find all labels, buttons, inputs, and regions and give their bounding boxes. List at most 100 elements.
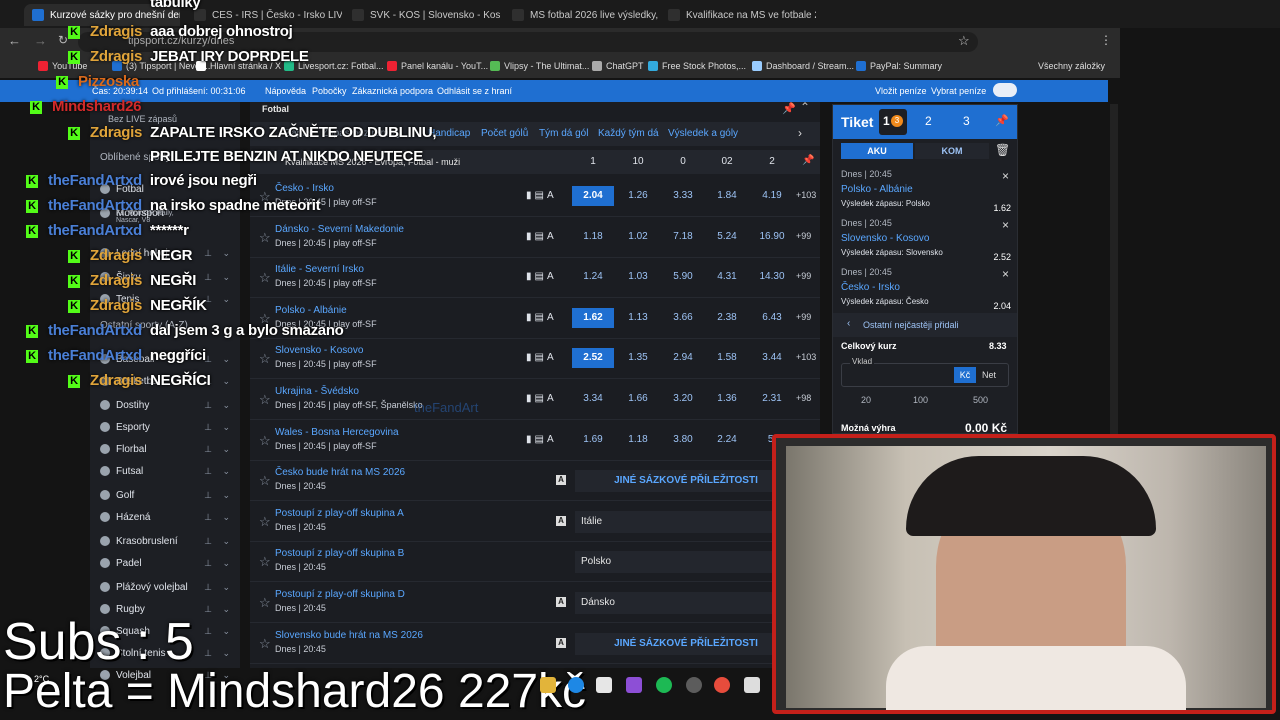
odds-button[interactable]: 1.24: [572, 267, 614, 287]
odds-button[interactable]: 3.80: [662, 430, 704, 450]
odds-button[interactable]: 2.04: [572, 186, 614, 206]
remove-bet-icon[interactable]: ×: [1002, 218, 1009, 232]
pin-icon[interactable]: ⊥: [204, 272, 212, 283]
more-markets-link[interactable]: +99: [796, 271, 811, 281]
match-teams[interactable]: Česko - Irsko: [275, 183, 334, 194]
more-markets-link[interactable]: +98: [796, 393, 811, 403]
pin-icon[interactable]: ⊥: [204, 422, 212, 433]
stats-icons[interactable]: ▮▤A: [526, 393, 557, 404]
bookmark-star-icon[interactable]: ☆: [958, 33, 970, 49]
odds-button[interactable]: 1.03: [617, 267, 659, 287]
odds-button[interactable]: 5.24: [706, 227, 748, 247]
favorite-star-icon[interactable]: ☆: [259, 270, 271, 286]
quick-stake-20[interactable]: 20: [861, 395, 871, 405]
odds-button[interactable]: 4.31: [706, 267, 748, 287]
trash-icon[interactable]: 🗑: [995, 143, 1010, 157]
special-selection[interactable]: Itálie: [575, 510, 797, 533]
bookmark-item[interactable]: Dashboard / Stream...: [752, 61, 854, 71]
sidebar-item[interactable]: Dostihy ⊥ ⌄: [90, 394, 240, 416]
currency-toggle[interactable]: Kč: [954, 367, 976, 383]
chevron-down-icon[interactable]: ⌄: [222, 400, 230, 411]
odds-button[interactable]: 1.35: [617, 348, 659, 368]
chevron-down-icon[interactable]: ⌄: [222, 604, 230, 615]
market-tab[interactable]: Výsledek a góly: [668, 128, 738, 139]
support-link[interactable]: Zákaznická podpora: [352, 86, 433, 96]
match-teams[interactable]: Wales - Bosna Hercegovina: [275, 427, 399, 438]
kom-tab[interactable]: KOM: [915, 143, 989, 159]
remove-bet-icon[interactable]: ×: [1002, 169, 1009, 183]
bookmark-item[interactable]: Free Stock Photos,...: [648, 61, 746, 71]
capcut-icon[interactable]: [744, 677, 760, 693]
obs-icon[interactable]: [686, 677, 702, 693]
sidebar-item[interactable]: Futsal ⊥ ⌄: [90, 460, 240, 482]
favorite-star-icon[interactable]: ☆: [259, 433, 271, 449]
chevron-down-icon[interactable]: ⌄: [222, 582, 230, 593]
other-bets-link[interactable]: JINÉ SÁZKOVÉ PŘÍLEŽITOSTI: [575, 470, 797, 493]
pin-icon[interactable]: ⊥: [204, 604, 212, 615]
branches-link[interactable]: Pobočky: [312, 86, 347, 96]
stats-icons[interactable]: ▮▤A: [526, 271, 557, 282]
sidebar-item[interactable]: Házená ⊥ ⌄: [90, 506, 240, 528]
chevron-down-icon[interactable]: ⌄: [222, 536, 230, 547]
withdraw-link[interactable]: Vybrat peníze: [931, 86, 986, 96]
match-teams[interactable]: Polsko - Albánie: [275, 305, 347, 316]
pin-icon[interactable]: ⊥: [204, 490, 212, 501]
more-markets-link[interactable]: +103: [796, 352, 816, 362]
sidebar-item[interactable]: Golf ⊥ ⌄: [90, 484, 240, 506]
odds-button[interactable]: 1.18: [572, 227, 614, 247]
league-pin-icon[interactable]: 📌: [802, 155, 814, 166]
chevron-down-icon[interactable]: ⌄: [222, 248, 230, 259]
odds-button[interactable]: 3.44: [751, 348, 793, 368]
odds-button[interactable]: 3.20: [662, 389, 704, 409]
special-title[interactable]: Postoupí z play-off skupina A: [275, 508, 404, 519]
page-scrollbar[interactable]: [1110, 104, 1118, 434]
odds-button[interactable]: 1.02: [617, 227, 659, 247]
chevron-down-icon[interactable]: ⌄: [222, 512, 230, 523]
odds-button[interactable]: 3.33: [662, 186, 704, 206]
more-markets-link[interactable]: +103: [796, 190, 816, 200]
favorite-star-icon[interactable]: ☆: [259, 595, 271, 611]
edge-icon[interactable]: [568, 677, 584, 693]
chrome-icon[interactable]: [714, 677, 730, 693]
odds-button[interactable]: 1.58: [706, 348, 748, 368]
pin-icon[interactable]: ⊥: [204, 536, 212, 547]
other-bets-link[interactable]: JINÉ SÁZKOVÉ PŘÍLEŽITOSTI: [575, 632, 797, 655]
aku-tab[interactable]: AKU: [841, 143, 913, 159]
menu-icon[interactable]: ⋮: [1100, 33, 1112, 47]
slip-tab-2[interactable]: 2: [925, 114, 932, 128]
help-link[interactable]: Nápověda: [265, 86, 306, 96]
odds-button[interactable]: 5.90: [662, 267, 704, 287]
sidebar-item[interactable]: Padel ⊥ ⌄: [90, 552, 240, 574]
special-selection[interactable]: Dánsko: [575, 592, 797, 614]
odds-button[interactable]: 1.66: [617, 389, 659, 409]
bet-match[interactable]: Polsko - Albánie: [841, 184, 1011, 195]
pin-icon[interactable]: ⊥: [204, 512, 212, 523]
theme-toggle[interactable]: [993, 83, 1017, 97]
special-selection[interactable]: Polsko: [575, 551, 797, 574]
chevron-down-icon[interactable]: ⌄: [222, 466, 230, 477]
net-toggle[interactable]: Net: [982, 370, 996, 380]
special-title[interactable]: Postoupí z play-off skupina D: [275, 589, 405, 600]
markets-next-icon[interactable]: ›: [798, 126, 802, 140]
sidebar-item[interactable]: Esporty ⊥ ⌄: [90, 416, 240, 438]
market-tab[interactable]: Tým dá gól: [539, 128, 588, 139]
special-title[interactable]: Postoupí z play-off skupina B: [275, 548, 404, 559]
odds-button[interactable]: 3.34: [572, 389, 614, 409]
match-teams[interactable]: Ukrajina - Švédsko: [275, 386, 359, 397]
sidebar-item[interactable]: Florbal ⊥ ⌄: [90, 438, 240, 460]
match-teams[interactable]: Dánsko - Severní Makedonie: [275, 224, 404, 235]
odds-button[interactable]: 14.30: [751, 267, 793, 287]
favorite-star-icon[interactable]: ☆: [259, 473, 271, 489]
odds-button[interactable]: 2.24: [706, 430, 748, 450]
folder-icon[interactable]: [540, 677, 556, 693]
quick-stake-100[interactable]: 100: [913, 395, 928, 405]
match-teams[interactable]: Slovensko - Kosovo: [275, 345, 363, 356]
stats-icons[interactable]: ▮▤A: [526, 231, 557, 242]
odds-button[interactable]: 1.13: [617, 308, 659, 328]
match-teams[interactable]: Itálie - Severní Irsko: [275, 264, 364, 275]
odds-button[interactable]: 4.19: [751, 186, 793, 206]
chevron-down-icon[interactable]: ⌄: [222, 354, 230, 365]
market-tab[interactable]: Každý tým dá: [598, 128, 659, 139]
odds-button[interactable]: 2.31: [751, 389, 793, 409]
favorite-star-icon[interactable]: ☆: [259, 514, 271, 530]
